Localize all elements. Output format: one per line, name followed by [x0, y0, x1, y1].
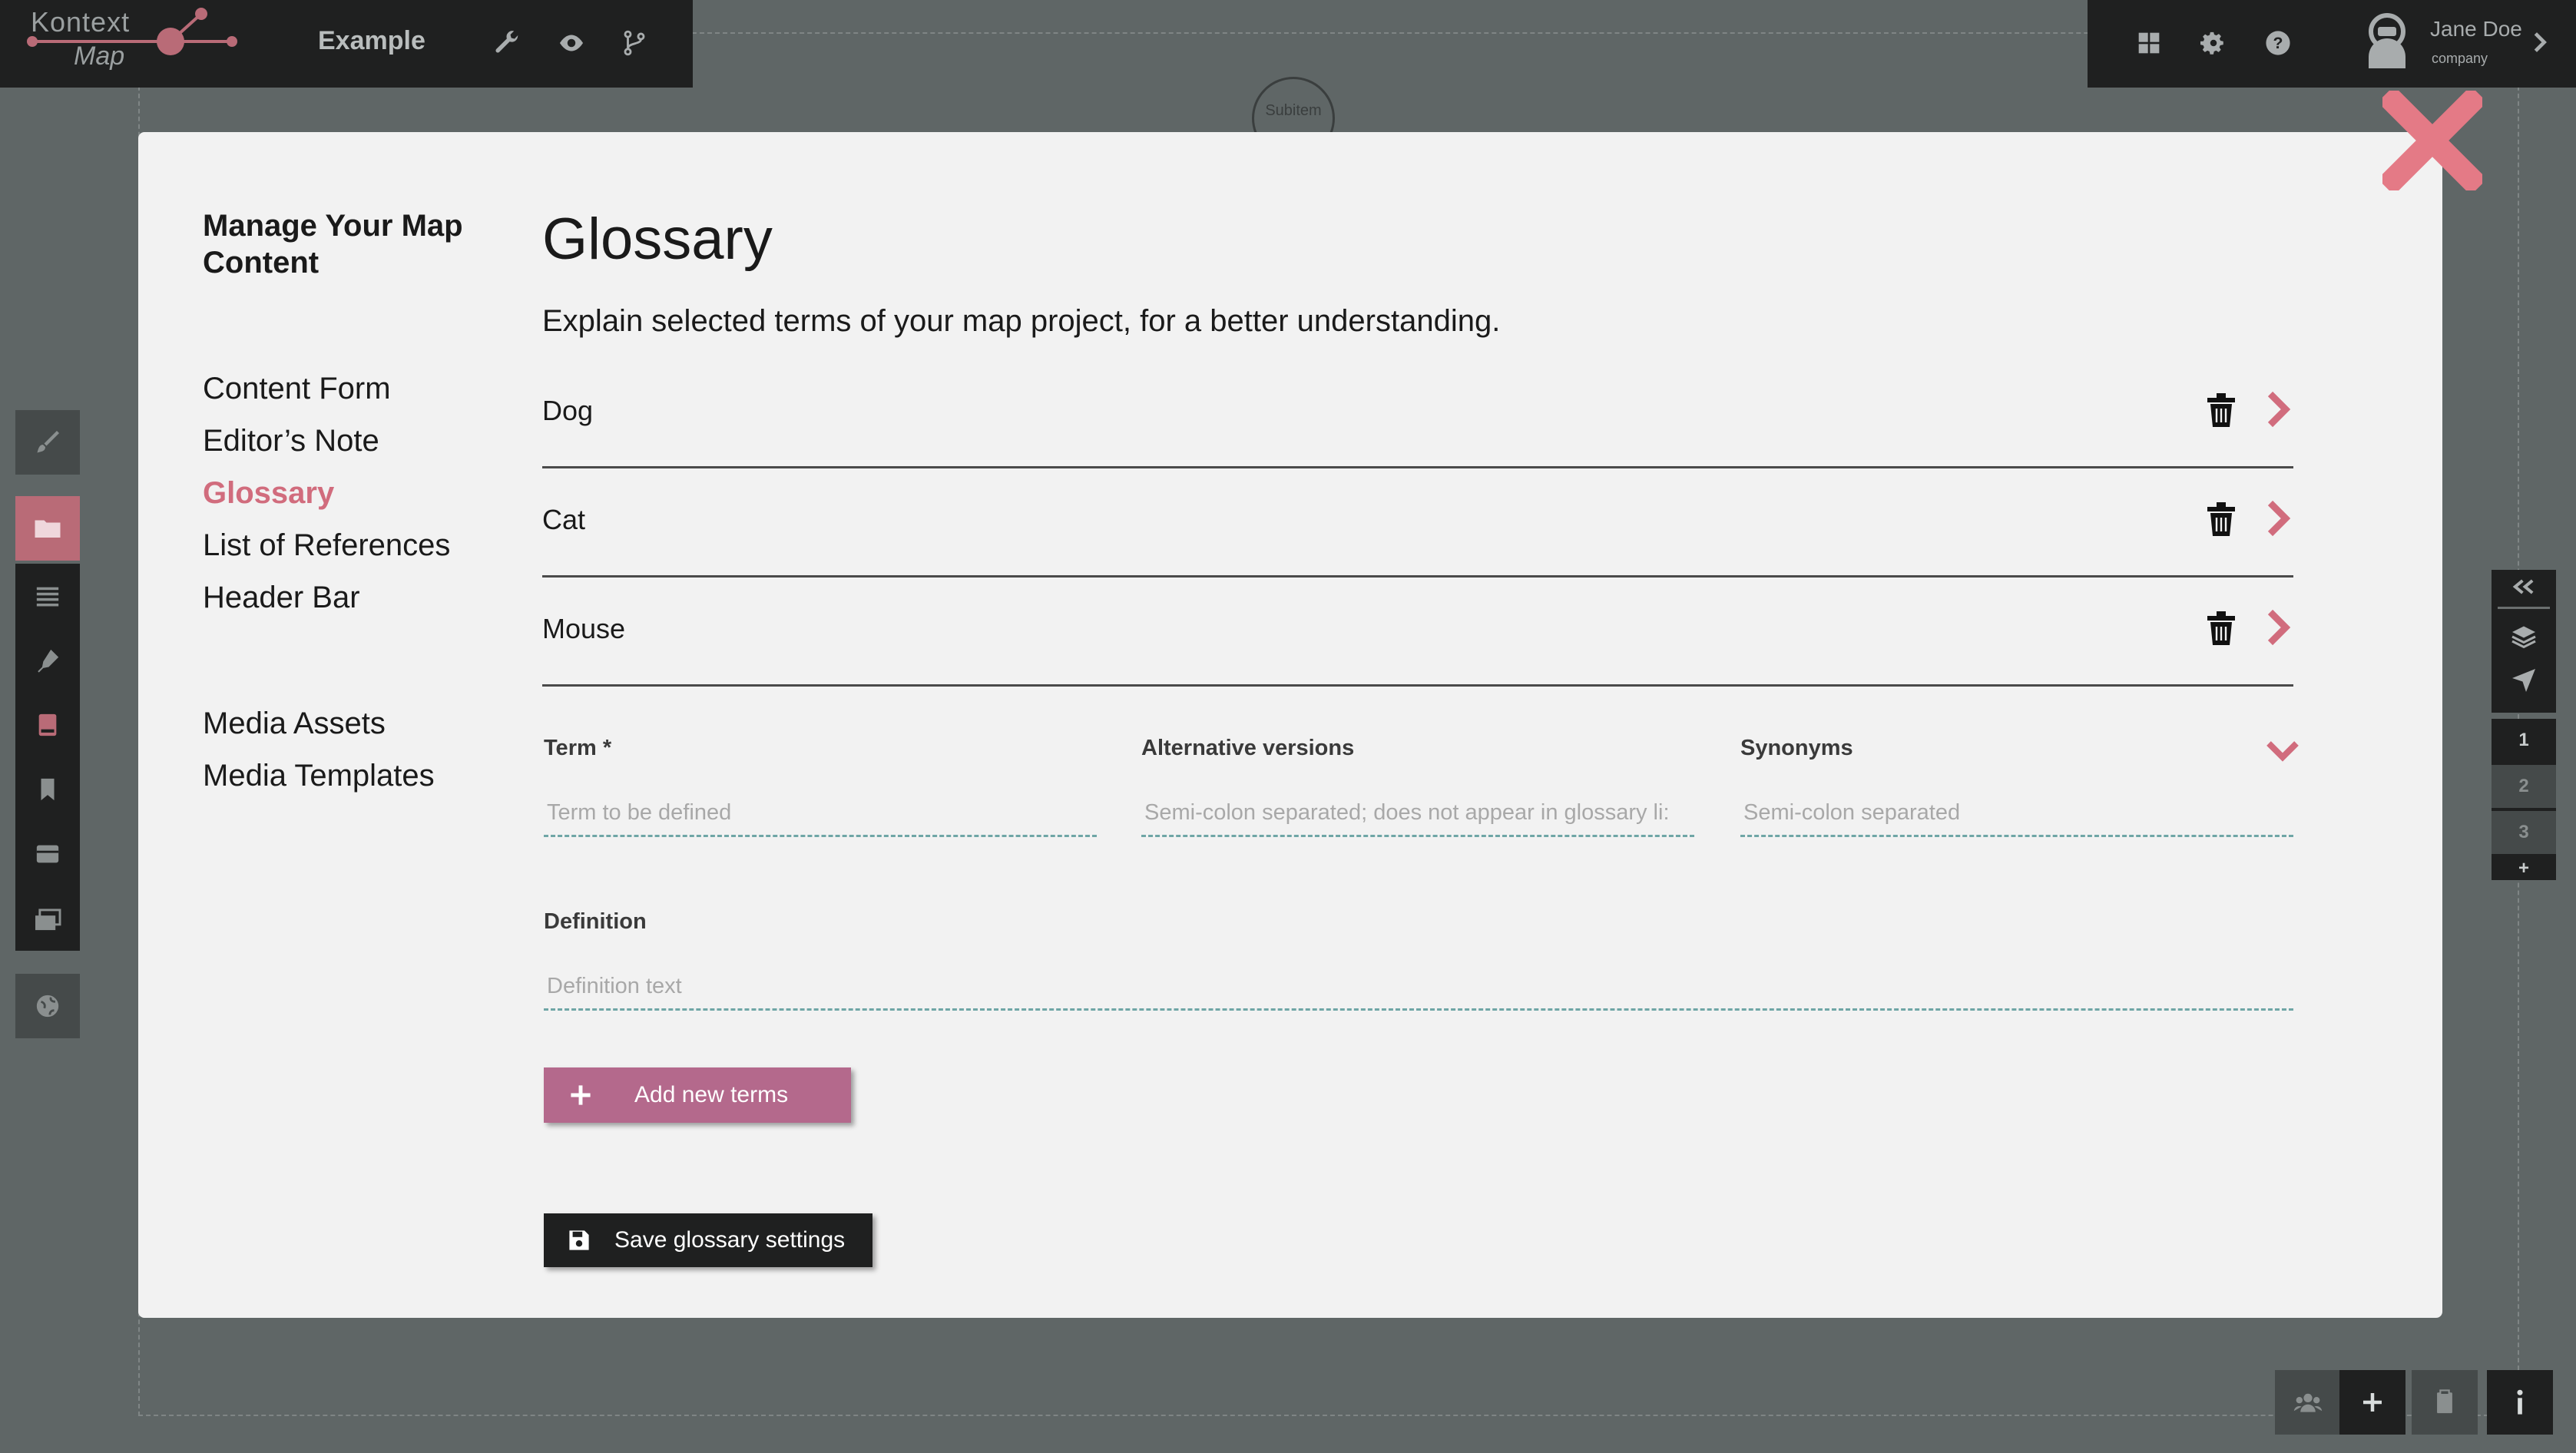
trash-icon[interactable] — [2206, 611, 2237, 645]
navigate-icon[interactable] — [2510, 667, 2538, 694]
plus-icon — [571, 1085, 591, 1105]
layer-1-button[interactable]: 1 — [2492, 719, 2556, 762]
layers-icon[interactable] — [2510, 624, 2538, 650]
term-field-label: Term * — [544, 736, 612, 760]
term-label: Mouse — [542, 613, 626, 644]
eye-icon[interactable] — [551, 23, 591, 63]
list-icon[interactable] — [15, 564, 80, 628]
trash-icon[interactable] — [2206, 393, 2237, 427]
definition-input[interactable] — [544, 965, 2293, 1011]
layer-tools-panel — [2492, 570, 2556, 713]
users-button[interactable] — [2275, 1370, 2341, 1435]
gear-icon[interactable] — [2194, 23, 2233, 63]
wrench-icon[interactable] — [487, 23, 527, 63]
logo-text-kontext: Kontext — [31, 6, 131, 38]
add-item-button[interactable] — [2339, 1370, 2405, 1435]
chevron-right-icon[interactable] — [2531, 31, 2548, 54]
map-node-label: Subitem — [1265, 102, 1322, 119]
glossary-term-row[interactable]: Mouse — [542, 579, 2293, 687]
glossary-term-row[interactable]: Dog — [542, 361, 2293, 468]
project-name[interactable]: Example — [318, 26, 425, 56]
top-bar: Kontext Map Example — [0, 0, 693, 88]
brush-tool-button[interactable] — [15, 410, 80, 475]
sidebar-item-header-bar[interactable]: Header Bar — [203, 581, 360, 615]
archive-icon[interactable] — [15, 822, 80, 886]
layer-3-button[interactable]: 3 — [2492, 811, 2556, 854]
sidebar-item-glossary[interactable]: Glossary — [203, 476, 334, 511]
collapse-icon[interactable] — [2511, 578, 2536, 596]
bookmark-icon[interactable] — [15, 757, 80, 822]
book-icon[interactable] — [15, 693, 80, 757]
synonyms-input[interactable] — [1740, 791, 2293, 837]
alternative-versions-input[interactable] — [1141, 791, 1694, 837]
close-icon[interactable] — [2382, 91, 2482, 190]
folder-tool-button[interactable] — [15, 496, 80, 561]
chevron-right-icon[interactable] — [2263, 390, 2293, 429]
trash-icon[interactable] — [2206, 502, 2237, 536]
globe-icon[interactable] — [15, 974, 80, 1038]
sidebar-item-media-templates[interactable]: Media Templates — [203, 759, 435, 793]
clipboard-button[interactable] — [2412, 1370, 2478, 1435]
save-icon — [569, 1230, 589, 1250]
sidebar-item-content-form[interactable]: Content Form — [203, 372, 391, 406]
user-company: company — [2432, 51, 2488, 66]
term-input[interactable] — [544, 791, 1097, 837]
logo-text-map: Map — [74, 41, 125, 71]
save-glossary-label: Save glossary settings — [614, 1227, 846, 1253]
avatar-icon[interactable] — [2359, 12, 2415, 74]
layer-numbers-panel: 1 2 3 + — [2492, 719, 2556, 880]
help-icon[interactable]: ? — [2258, 23, 2298, 63]
svg-text:?: ? — [2273, 34, 2283, 52]
pen-icon[interactable] — [15, 628, 80, 693]
add-new-terms-label: Add new terms — [634, 1082, 789, 1107]
sidebar-item-media-assets[interactable]: Media Assets — [203, 707, 386, 741]
definition-label: Definition — [544, 909, 647, 934]
images-icon[interactable] — [15, 889, 80, 951]
add-layer-button[interactable]: + — [2492, 857, 2556, 880]
page-title: Glossary — [542, 207, 773, 272]
synonyms-label: Synonyms — [1740, 736, 1853, 760]
sidebar-item-list-of-references[interactable]: List of References — [203, 528, 450, 563]
branch-icon[interactable] — [614, 23, 654, 63]
sidebar-item-editors-note[interactable]: Editor’s Note — [203, 424, 379, 458]
grid-icon[interactable] — [2129, 23, 2169, 63]
add-new-terms-button[interactable]: Add new terms — [544, 1067, 851, 1123]
info-button[interactable] — [2487, 1370, 2553, 1435]
save-glossary-button[interactable]: Save glossary settings — [544, 1213, 872, 1267]
chevron-down-icon[interactable] — [2266, 736, 2300, 766]
term-label: Cat — [542, 504, 586, 535]
sidebar-title: Manage Your Map Content — [203, 209, 463, 280]
glossary-term-row[interactable]: Cat — [542, 470, 2293, 578]
term-label: Dog — [542, 395, 594, 426]
layer-2-button[interactable]: 2 — [2492, 765, 2556, 808]
alternative-versions-label: Alternative versions — [1141, 736, 1355, 760]
chevron-right-icon[interactable] — [2263, 608, 2293, 647]
user-name[interactable]: Jane Doe — [2430, 17, 2522, 41]
chevron-right-icon[interactable] — [2263, 499, 2293, 538]
page-description: Explain selected terms of your map proje… — [542, 304, 1501, 338]
